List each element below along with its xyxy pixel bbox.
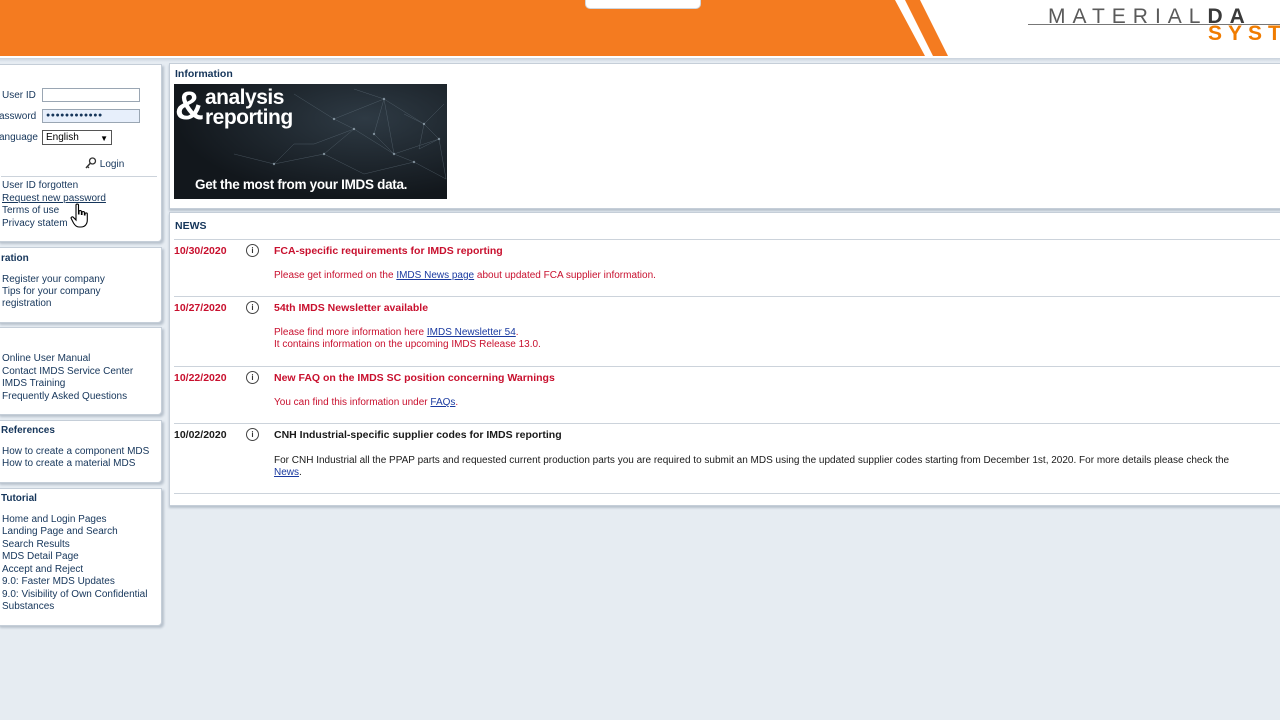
tutorial-link[interactable]: Accept and Reject — [2, 564, 83, 577]
key-icon — [85, 157, 97, 169]
tutorial-title: Tutorial — [1, 493, 37, 504]
language-select[interactable]: English ▼ — [42, 130, 112, 145]
info-icon[interactable]: i — [246, 428, 259, 441]
register-company-link[interactable]: Register your company — [2, 274, 105, 287]
news-headline: New FAQ on the IMDS SC position concerni… — [274, 372, 555, 384]
user-id-forgotten-link[interactable]: User ID forgotten — [2, 180, 78, 193]
news-headline: 54th IMDS Newsletter available — [274, 302, 429, 314]
analysis-reporting-banner[interactable]: & analysis reporting Get the most from y… — [174, 84, 447, 199]
news-body: You can find this information under FAQs… — [274, 397, 459, 408]
banner-ampersand: & — [175, 84, 204, 128]
news-date: 10/22/2020 — [174, 372, 227, 384]
registration-title: ration — [1, 253, 29, 264]
news-title: NEWS — [175, 220, 207, 232]
imds-training-link[interactable]: IMDS Training — [2, 378, 65, 391]
imds-news-page-link[interactable]: IMDS News page — [396, 270, 474, 281]
info-icon[interactable]: i — [246, 371, 259, 384]
tutorial-link[interactable]: Landing Page and Search — [2, 526, 118, 539]
create-material-mds-link[interactable]: How to create a material MDS — [2, 458, 135, 471]
tutorial-link[interactable]: Home and Login Pages — [2, 514, 107, 527]
information-title: Information — [175, 68, 233, 80]
registration-tips-link[interactable]: Tips for your company — [2, 286, 101, 299]
banner-line2: reporting — [205, 106, 293, 129]
news-date: 10/02/2020 — [174, 429, 227, 441]
terms-of-use-link[interactable]: Terms of use — [2, 205, 59, 218]
tutorial-link[interactable]: 9.0: Visibility of Own Confidential — [2, 589, 147, 602]
privacy-statement-link[interactable]: Privacy statem — [2, 218, 68, 231]
news-section: NEWS 10/30/2020 i FCA-specific requireme… — [169, 212, 1280, 506]
tutorial-link[interactable]: Substances — [2, 601, 54, 614]
header-top-tab — [585, 0, 701, 9]
hand-cursor-icon — [70, 203, 88, 228]
info-icon[interactable]: i — [246, 301, 259, 314]
registration-panel: ration Register your company Tips for yo… — [0, 247, 162, 323]
brand-logo-subtext: SYST — [1208, 22, 1280, 45]
user-id-input[interactable] — [42, 88, 140, 102]
contact-service-center-link[interactable]: Contact IMDS Service Center — [2, 366, 133, 379]
news-link[interactable]: News — [274, 467, 299, 478]
information-section: Information & analysis reporting Get the… — [169, 63, 1280, 209]
password-input[interactable]: ●●●●●●●●●●●● — [42, 109, 140, 123]
imds-newsletter-link[interactable]: IMDS Newsletter 54 — [427, 327, 516, 338]
user-id-label: User ID — [2, 90, 36, 101]
banner-tagline: Get the most from your IMDS data. — [195, 177, 408, 192]
page-header: MATERIALDA SYST — [0, 0, 1280, 58]
news-headline: CNH Industrial-specific supplier codes f… — [274, 429, 562, 441]
password-label: assword — [0, 111, 37, 122]
tutorial-link[interactable]: MDS Detail Page — [2, 551, 79, 564]
news-headline: FCA-specific requirements for IMDS repor… — [274, 245, 503, 257]
faqs-link[interactable]: FAQs — [430, 397, 455, 408]
tutorial-link[interactable]: 9.0: Faster MDS Updates — [2, 576, 115, 589]
help-panel: Online User Manual Contact IMDS Service … — [0, 327, 162, 415]
info-icon[interactable]: i — [246, 244, 259, 257]
news-body: For CNH Industrial all the PPAP parts an… — [274, 455, 1230, 478]
create-component-mds-link[interactable]: How to create a component MDS — [2, 446, 149, 459]
login-label: Login — [99, 159, 125, 170]
news-body: Please find more information here IMDS N… — [274, 327, 541, 350]
tutorial-link[interactable]: Search Results — [2, 539, 70, 552]
news-date: 10/27/2020 — [174, 302, 227, 314]
faq-link[interactable]: Frequently Asked Questions — [2, 391, 127, 404]
chevron-down-icon: ▼ — [100, 134, 108, 143]
news-date: 10/30/2020 — [174, 245, 227, 257]
registration-tips-link-cont[interactable]: registration — [2, 298, 51, 311]
tutorial-panel: Tutorial Home and Login Pages Landing Pa… — [0, 488, 162, 626]
references-panel: References How to create a component MDS… — [0, 420, 162, 483]
language-label: anguage — [0, 132, 38, 143]
login-button[interactable]: Login — [85, 157, 124, 170]
news-body: Please get informed on the IMDS News pag… — [274, 270, 656, 281]
online-user-manual-link[interactable]: Online User Manual — [2, 353, 90, 366]
references-title: References — [1, 425, 55, 436]
